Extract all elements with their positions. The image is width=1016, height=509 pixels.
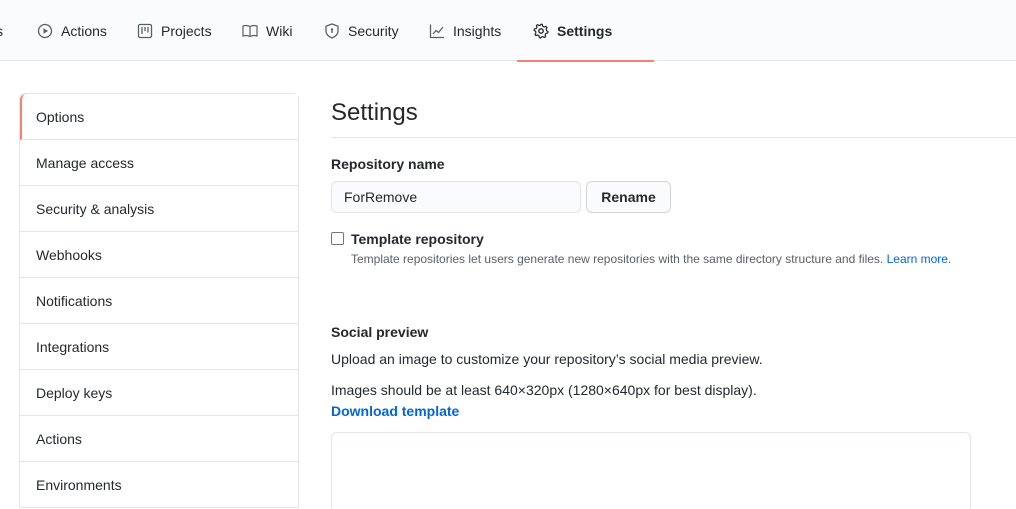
tab-settings[interactable]: Settings (516, 0, 655, 62)
repo-name-input[interactable] (331, 181, 581, 213)
graph-icon (429, 23, 445, 39)
sidebar-item-integrations[interactable]: Integrations (20, 324, 298, 370)
tab-label: Wiki (266, 22, 293, 39)
tab-actions[interactable]: Actions (37, 0, 107, 61)
sidebar-item-label: Deploy keys (36, 384, 113, 401)
play-icon (37, 23, 53, 39)
tab-label: s (0, 23, 3, 39)
social-preview-label: Social preview (331, 324, 429, 340)
repo-tab-nav: s Actions Projects Wiki Security Insight… (0, 0, 1016, 62)
template-repository-label[interactable]: Template repository (351, 231, 484, 247)
template-note-text: Template repositories let users generate… (351, 252, 884, 266)
tab-wiki[interactable]: Wiki (242, 0, 292, 61)
sidebar-item-manage-access[interactable]: Manage access (20, 140, 298, 186)
tab-security[interactable]: Security (324, 0, 399, 61)
sidebar-item-label: Notifications (36, 292, 113, 309)
sidebar-item-actions[interactable]: Actions (20, 416, 298, 462)
sidebar-item-label: Options (36, 108, 85, 125)
tab-label: Projects (161, 22, 212, 39)
template-repository-note: Template repositories let users generate… (351, 252, 951, 266)
settings-sidebar: Options Manage access Security & analysi… (19, 93, 299, 508)
project-icon (137, 23, 153, 39)
sidebar-item-label: Integrations (36, 338, 110, 355)
book-icon (242, 23, 258, 39)
sidebar-item-security-analysis[interactable]: Security & analysis (20, 186, 298, 232)
sidebar-item-label: Environments (36, 476, 122, 493)
tab-label: Security (348, 22, 399, 39)
tab-projects[interactable]: Projects (137, 0, 212, 61)
repo-name-label: Repository name (331, 156, 445, 172)
settings-main: Settings Repository name Rename Template… (331, 93, 1016, 509)
download-template-link[interactable]: Download template (331, 403, 459, 419)
sidebar-item-environments[interactable]: Environments (20, 462, 298, 508)
sidebar-item-label: Actions (36, 430, 82, 447)
tab-label: Insights (453, 22, 502, 39)
shield-icon (324, 22, 340, 39)
rename-button[interactable]: Rename (586, 181, 671, 213)
learn-more-link[interactable]: Learn more. (887, 252, 952, 266)
template-repository-checkbox[interactable] (331, 232, 344, 245)
sidebar-item-label: Webhooks (36, 246, 102, 263)
sidebar-item-label: Manage access (36, 154, 135, 171)
tab-insights[interactable]: Insights (429, 0, 501, 61)
sidebar-item-webhooks[interactable]: Webhooks (20, 232, 298, 278)
sidebar-item-label: Security & analysis (36, 200, 155, 217)
page-title: Settings (331, 93, 1016, 138)
sidebar-item-notifications[interactable]: Notifications (20, 278, 298, 324)
image-size-note: Images should be at least 640×320px (128… (331, 382, 757, 398)
social-preview-description: Upload an image to customize your reposi… (331, 351, 763, 367)
tab-code[interactable]: s (0, 0, 3, 61)
gear-icon (533, 23, 549, 39)
tab-label: Settings (557, 22, 613, 39)
sidebar-item-options[interactable]: Options (20, 94, 298, 140)
sidebar-item-deploy-keys[interactable]: Deploy keys (20, 370, 298, 416)
tab-label: Actions (61, 22, 107, 39)
social-preview-dropzone[interactable] (331, 432, 971, 509)
